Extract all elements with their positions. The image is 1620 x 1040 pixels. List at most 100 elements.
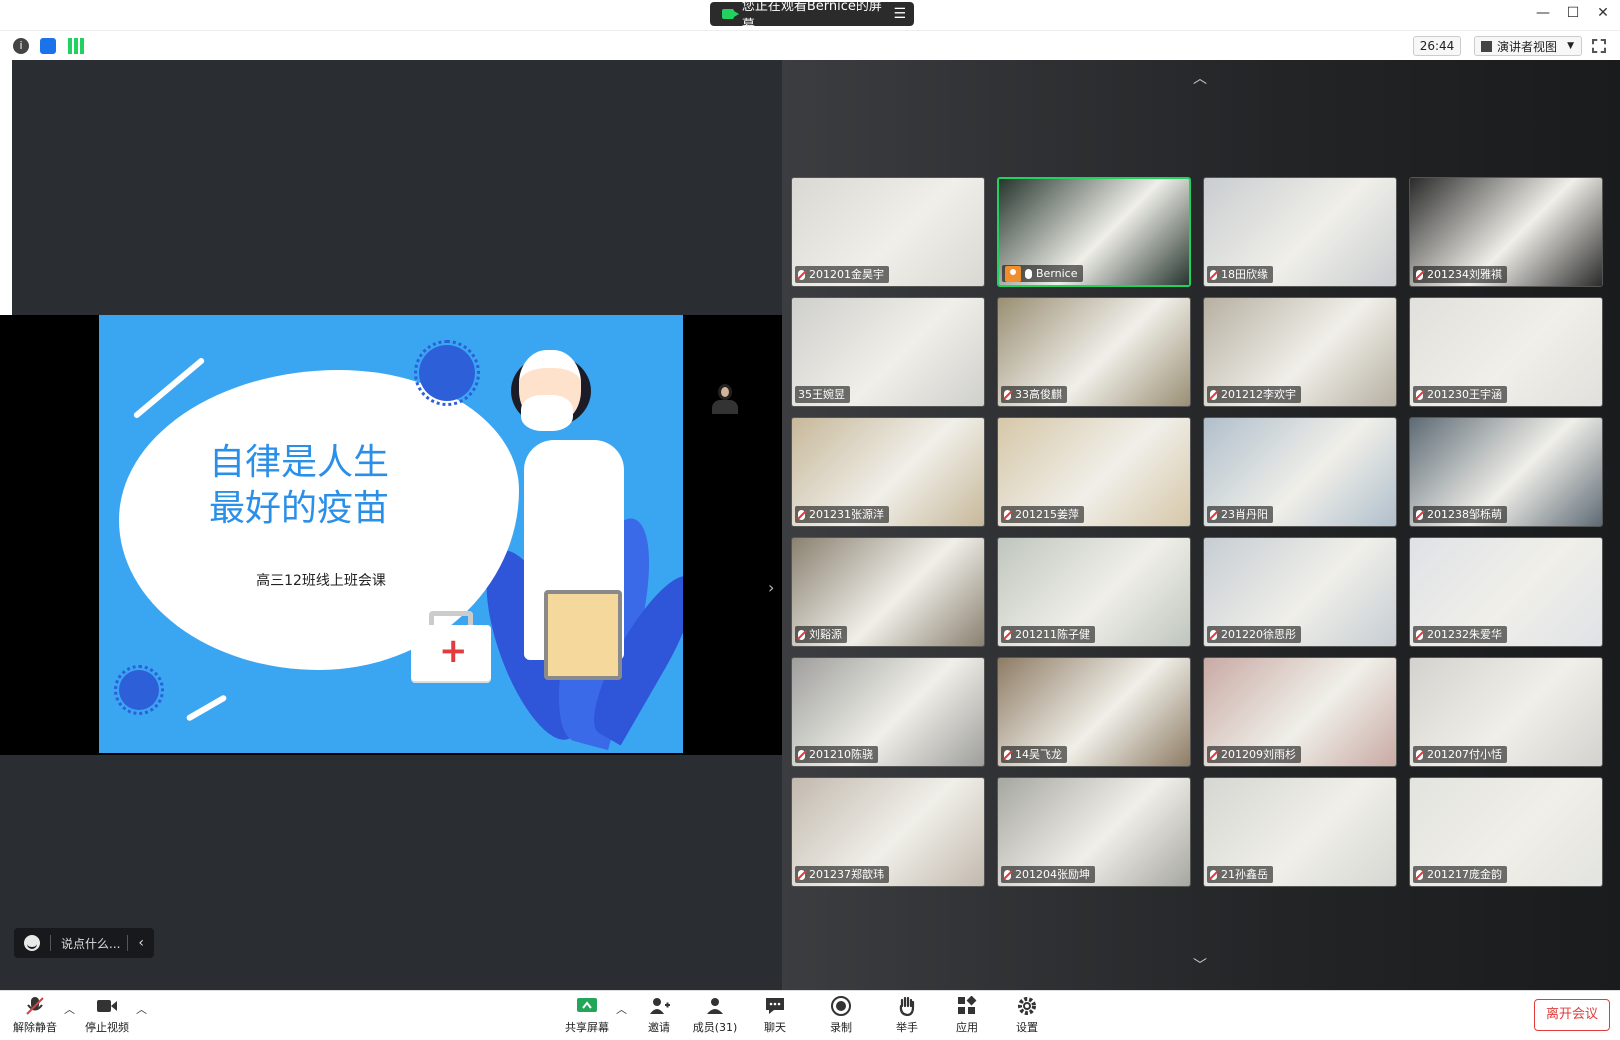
- members-label: 成员(31): [692, 1021, 738, 1034]
- participant-tile[interactable]: 201211陈子健: [997, 537, 1191, 647]
- participant-tile[interactable]: 201212李欢宇: [1203, 297, 1397, 407]
- participant-tile[interactable]: 201234刘雅祺: [1409, 177, 1603, 287]
- participant-name: Bernice: [1036, 267, 1078, 280]
- participant-tile[interactable]: 201237郑歆玮: [791, 777, 985, 887]
- apps-icon: [956, 995, 978, 1016]
- mic-muted-icon: [798, 749, 805, 760]
- participant-name: 201232朱爱华: [1427, 628, 1502, 641]
- participant-name-tag: 201217庞金韵: [1413, 866, 1507, 883]
- participant-tile[interactable]: 201210陈骁: [791, 657, 985, 767]
- meeting-timer: 26:44: [1413, 36, 1461, 56]
- info-icon[interactable]: i: [13, 38, 29, 54]
- record-button[interactable]: 录制: [806, 994, 876, 1040]
- mic-muted-icon: [1004, 389, 1011, 400]
- share-screen-button[interactable]: 共享屏幕: [552, 994, 622, 1040]
- participant-name-tag: 201230王宇涵: [1413, 386, 1507, 403]
- record-label: 录制: [830, 1021, 852, 1034]
- members-icon: [704, 996, 726, 1016]
- participant-tile[interactable]: 201201金昊宇: [791, 177, 985, 287]
- settings-button[interactable]: 设置: [992, 994, 1062, 1040]
- view-switch-button[interactable]: 演讲者视图 ▼: [1474, 36, 1582, 56]
- slide-subtitle: 高三12班线上班会课: [256, 573, 386, 589]
- participant-tile[interactable]: 33高俊麒: [997, 297, 1191, 407]
- shared-screen-area: 自律是人生 最好的疫苗 高三12班线上班会课 › 说点什么... ‹: [0, 60, 782, 990]
- participant-name-tag: 201201金昊宇: [795, 266, 889, 283]
- participant-tile[interactable]: 23肖丹阳: [1203, 417, 1397, 527]
- mic-muted-icon: [798, 509, 805, 520]
- chat-button[interactable]: 聊天: [740, 994, 810, 1040]
- stop-video-button[interactable]: 停止视频: [72, 994, 142, 1040]
- participant-tile[interactable]: 刘谿源: [791, 537, 985, 647]
- participant-name-tag: 201237郑歆玮: [795, 866, 889, 883]
- participant-name: 201238邹栎萌: [1427, 508, 1502, 521]
- unmute-button[interactable]: 解除静音: [0, 994, 70, 1040]
- share-notice-pill[interactable]: 您正在观看Bernice的屏幕 ☰: [710, 0, 914, 33]
- mic-muted-icon: [1004, 629, 1011, 640]
- video-camera-icon: [96, 996, 118, 1016]
- participant-name: 23肖丹阳: [1221, 508, 1268, 521]
- mic-muted-icon: [24, 996, 46, 1016]
- participant-tile[interactable]: 35王婉昱: [791, 297, 985, 407]
- presentation-slide: 自律是人生 最好的疫苗 高三12班线上班会课: [99, 315, 683, 753]
- chevron-left-icon[interactable]: ‹: [127, 935, 144, 951]
- signal-icon[interactable]: [68, 38, 84, 54]
- participant-name: 201237郑歆玮: [809, 868, 884, 881]
- slide-title-line2: 最好的疫苗: [208, 488, 389, 529]
- mic-muted-icon: [798, 269, 805, 280]
- participant-name: 201230王宇涵: [1427, 388, 1502, 401]
- participant-tile[interactable]: 201204张励坤: [997, 777, 1191, 887]
- participant-tile[interactable]: 201209刘雨杉: [1203, 657, 1397, 767]
- quick-chat-bar[interactable]: 说点什么... ‹: [14, 928, 154, 958]
- close-icon[interactable]: ✕: [1593, 5, 1613, 21]
- participant-tile[interactable]: 14吴飞龙: [997, 657, 1191, 767]
- mic-muted-icon: [1004, 749, 1011, 760]
- participant-name: 201211陈子健: [1015, 628, 1090, 641]
- fullscreen-icon[interactable]: [1592, 39, 1606, 53]
- video-options-caret[interactable]: ︿: [136, 1001, 147, 1017]
- participant-tile[interactable]: 21孙鑫岳: [1203, 777, 1397, 887]
- presenter-head: [718, 384, 732, 400]
- view-label: 演讲者视图: [1497, 39, 1558, 54]
- chevron-down-icon[interactable]: ﹀: [1170, 955, 1230, 977]
- virus-icon: [414, 340, 480, 406]
- leave-meeting-button[interactable]: 离开会议: [1534, 999, 1610, 1031]
- settings-label: 设置: [1016, 1021, 1038, 1034]
- participant-tile[interactable]: 201230王宇涵: [1409, 297, 1603, 407]
- participant-name-tag: 201212李欢宇: [1207, 386, 1301, 403]
- participant-tile[interactable]: 201238邹栎萌: [1409, 417, 1603, 527]
- chat-placeholder[interactable]: 说点什么...: [61, 935, 120, 952]
- participant-name-tag: 201234刘雅祺: [1413, 266, 1507, 283]
- shield-icon[interactable]: [40, 38, 56, 54]
- mic-muted-icon: [1210, 509, 1217, 520]
- presenter-thumbnail[interactable]: [710, 380, 740, 416]
- participant-name: 201204张励坤: [1015, 868, 1090, 881]
- emoji-icon[interactable]: [24, 935, 40, 951]
- participant-tile[interactable]: 201231张源洋: [791, 417, 985, 527]
- participant-tile[interactable]: 18田欣缘: [1203, 177, 1397, 287]
- participant-tile[interactable]: 201220徐思彤: [1203, 537, 1397, 647]
- gear-icon: [1016, 996, 1038, 1016]
- mic-muted-icon: [1416, 389, 1423, 400]
- chevron-up-icon[interactable]: ︿: [1170, 68, 1230, 90]
- mic-muted-icon: [1416, 629, 1423, 640]
- menu-icon[interactable]: ☰: [893, 6, 906, 22]
- participant-name-tag: 201204张励坤: [1001, 866, 1095, 883]
- participant-tile[interactable]: Bernice: [997, 177, 1191, 287]
- apps-label: 应用: [956, 1021, 978, 1034]
- participant-tile[interactable]: 201207付小恬: [1409, 657, 1603, 767]
- participant-name-tag: 18田欣缘: [1207, 266, 1273, 283]
- meeting-controls: 解除静音 ︿ 停止视频 ︿ 共享屏幕 ︿ 邀请 成员(31) 聊天 录制 举手 …: [0, 990, 1620, 1040]
- chevron-right-icon[interactable]: ›: [768, 578, 774, 597]
- participant-tile[interactable]: 201232朱爱华: [1409, 537, 1603, 647]
- participant-tile[interactable]: 201217庞金韵: [1409, 777, 1603, 887]
- mic-muted-icon: [1210, 389, 1217, 400]
- stop-video-label: 停止视频: [85, 1021, 129, 1034]
- participant-tile[interactable]: 201215姜萍: [997, 417, 1191, 527]
- minimize-icon[interactable]: —: [1533, 5, 1553, 21]
- add-user-icon: [648, 996, 670, 1016]
- share-notice-text: 您正在观看Bernice的屏幕: [741, 0, 882, 33]
- unmute-label: 解除静音: [13, 1021, 57, 1034]
- maximize-icon[interactable]: ☐: [1563, 5, 1583, 21]
- participant-name-tag: Bernice: [1002, 265, 1083, 282]
- participant-gallery: ︿ 201201金昊宇 Bernice 18田欣缘 201234刘雅祺 35王婉昱 33高…: [782, 60, 1620, 990]
